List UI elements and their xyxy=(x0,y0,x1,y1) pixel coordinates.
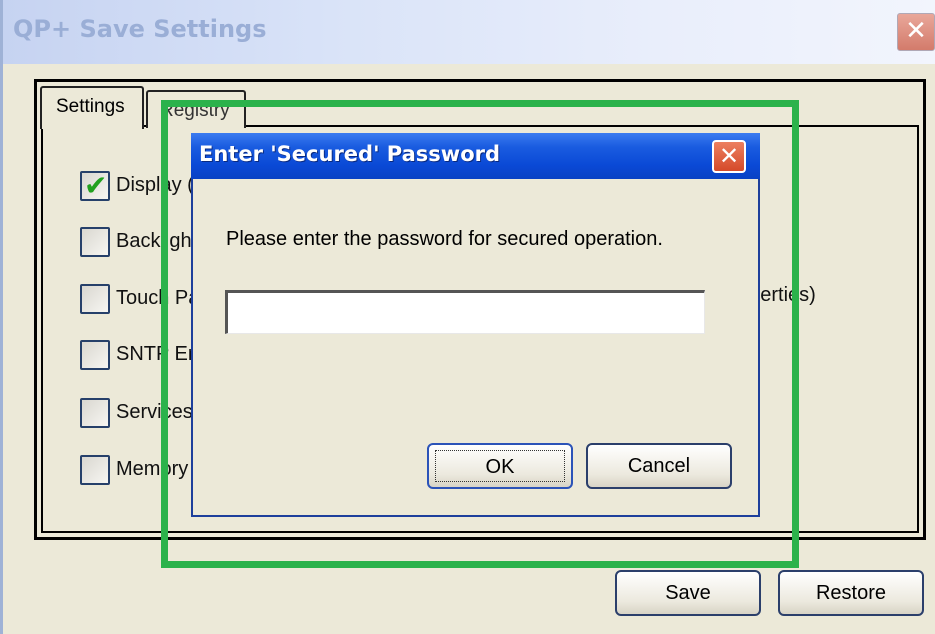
checkbox-sntp[interactable] xyxy=(80,340,110,370)
close-icon: ✕ xyxy=(905,16,927,46)
checkbox-backlight[interactable] xyxy=(80,227,110,257)
password-dialog: Enter 'Secured' Password ✕ Please enter … xyxy=(191,133,760,517)
checkbox-touch-panel[interactable] xyxy=(80,284,110,314)
option-label: Services xyxy=(116,401,193,423)
option-label: Memory xyxy=(116,458,189,480)
cancel-button-label: Cancel xyxy=(627,455,691,477)
dialog-title-bar[interactable]: Enter 'Secured' Password ✕ xyxy=(191,133,760,179)
option-label: Touch Pa xyxy=(116,287,200,309)
tab-settings[interactable]: Settings xyxy=(40,86,144,129)
save-button[interactable]: Save xyxy=(615,570,761,616)
checkbox-services[interactable] xyxy=(80,398,110,428)
tab-registry-label: Registry xyxy=(160,100,230,121)
focus-rectangle: OK xyxy=(435,450,565,482)
cancel-button[interactable]: Cancel xyxy=(586,443,732,489)
checkbox-display[interactable]: ✔ xyxy=(80,169,110,202)
option-label: Backlight xyxy=(116,230,198,252)
ok-button[interactable]: OK xyxy=(427,443,573,489)
ok-button-label: OK xyxy=(485,456,515,478)
option-label: SNTP En xyxy=(116,343,199,365)
dialog-title: Enter 'Secured' Password xyxy=(199,142,501,166)
restore-button[interactable]: Restore xyxy=(778,570,924,616)
checkbox-memory[interactable] xyxy=(80,455,110,485)
restore-button-label: Restore xyxy=(815,582,887,604)
window-title-bar[interactable]: QP+ Save Settings ✕ xyxy=(3,0,935,64)
option-label: Display ( xyxy=(116,174,194,196)
window-close-button[interactable]: ✕ xyxy=(897,13,935,51)
checkmark-icon: ✔ xyxy=(84,169,108,202)
dialog-message: Please enter the password for secured op… xyxy=(226,228,663,250)
dialog-close-button[interactable]: ✕ xyxy=(712,140,746,173)
tab-settings-label: Settings xyxy=(56,96,125,117)
save-button-label: Save xyxy=(665,582,711,604)
window-title: QP+ Save Settings xyxy=(13,15,267,43)
tab-registry[interactable]: Registry xyxy=(146,90,246,128)
close-icon: ✕ xyxy=(718,142,740,170)
password-input[interactable] xyxy=(225,290,705,334)
